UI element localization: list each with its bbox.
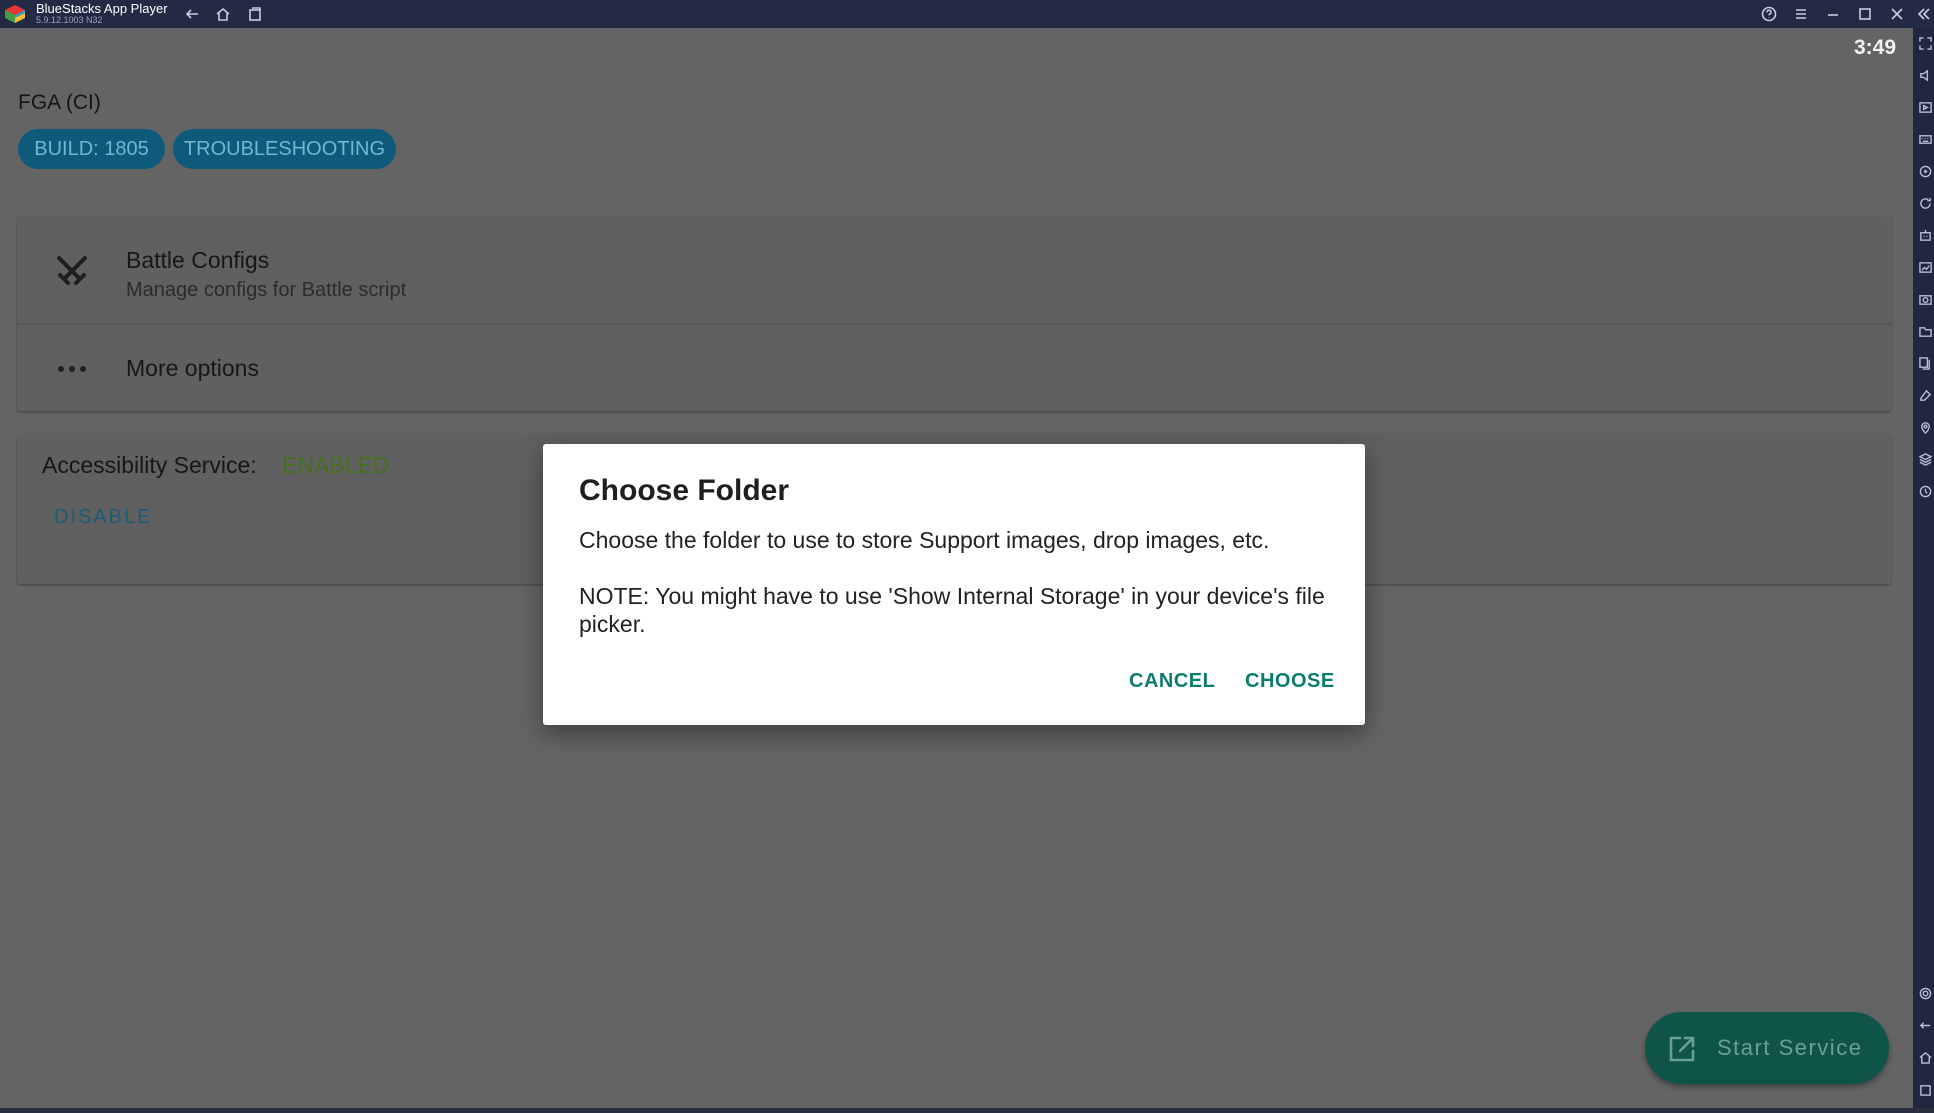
app-title: FGA (CI) (18, 91, 101, 114)
gamepad-icon (1919, 165, 1931, 177)
android-recents-button[interactable] (1916, 1080, 1934, 1098)
close-icon (1891, 8, 1903, 20)
dialog-body: Choose the folder to use to store Suppor… (579, 526, 1339, 638)
rotate-button[interactable] (1916, 194, 1934, 212)
tool-sidebar (1913, 28, 1934, 1108)
recent-apps-icon (1919, 1084, 1931, 1096)
folder-button[interactable] (1916, 322, 1934, 340)
crossed-swords-icon (52, 251, 92, 291)
folder-icon (1918, 326, 1932, 337)
media-button[interactable] (1916, 98, 1934, 116)
accessibility-status-badge: ENABLED (282, 452, 390, 478)
arrow-left-icon (185, 9, 198, 19)
android-back-button[interactable] (1916, 1016, 1934, 1034)
gear-icon (1919, 987, 1931, 999)
keyboard-button[interactable] (1916, 130, 1934, 148)
screenshot-button[interactable] (1916, 290, 1934, 308)
gamepad-button[interactable] (1916, 162, 1934, 180)
performance-button[interactable] (1916, 258, 1934, 276)
volume-icon (1919, 68, 1928, 82)
location-button[interactable] (1916, 418, 1934, 436)
build-chip[interactable]: BUILD: 1805 (18, 129, 165, 169)
keyboard-icon (1918, 134, 1932, 144)
help-button[interactable] (1756, 2, 1782, 26)
status-clock: 3:49 (1853, 36, 1896, 59)
sync-icon (1919, 485, 1931, 497)
disable-button[interactable]: DISABLE (54, 506, 152, 529)
camera-icon (1918, 294, 1932, 305)
maximize-icon (1859, 8, 1871, 20)
robot-icon (1919, 229, 1931, 241)
eco-mode-button[interactable] (1916, 386, 1934, 404)
dialog-note: NOTE: You might have to use 'Show Intern… (579, 583, 1325, 637)
fullscreen-button[interactable] (1916, 34, 1934, 52)
arrow-left-icon (1919, 1021, 1930, 1029)
stack-icon (1918, 452, 1932, 466)
battle-configs-title: Battle Configs (126, 247, 270, 273)
cancel-button[interactable]: CANCEL (1129, 670, 1215, 693)
more-options-title: More options (126, 355, 259, 381)
app-version: 5.9.12.1003 N32 (36, 15, 103, 25)
start-service-label: Start Service (1717, 1035, 1863, 1060)
choose-button[interactable]: CHOOSE (1245, 670, 1335, 693)
settings-button[interactable] (1916, 984, 1934, 1002)
home-icon (216, 7, 230, 21)
dialog-message: Choose the folder to use to store Suppor… (579, 527, 1270, 553)
minimize-icon (1828, 14, 1838, 16)
location-pin-icon (1920, 421, 1930, 434)
hamburger-menu-icon (1796, 9, 1806, 19)
android-home-button[interactable] (1916, 1048, 1934, 1066)
battle-configs-subtitle: Manage configs for Battle script (126, 279, 407, 301)
dialog-title: Choose Folder (579, 474, 790, 507)
battle-configs-item[interactable]: Battle Configs Manage configs for Battle… (17, 217, 1891, 325)
maximize-button[interactable] (1852, 2, 1878, 26)
double-chevron-left-icon (1917, 8, 1930, 20)
troubleshooting-chip[interactable]: TROUBLESHOOTING (173, 129, 396, 169)
start-service-button[interactable]: Start Service (1645, 1012, 1889, 1084)
close-button[interactable] (1884, 2, 1910, 26)
macro-button[interactable] (1916, 226, 1934, 244)
title-bar: BlueStacks App Player 5.9.12.1003 N32 (0, 0, 1934, 28)
volume-button[interactable] (1916, 66, 1934, 84)
stack-button[interactable] (1916, 450, 1934, 468)
collapse-sidebar-button[interactable] (1912, 2, 1934, 26)
open-external-icon (1669, 1036, 1695, 1062)
recent-apps-icon (249, 7, 261, 21)
play-screen-icon (1918, 101, 1932, 113)
more-horizontal-icon (52, 349, 92, 389)
more-options-item[interactable]: More options (17, 327, 1891, 411)
rotate-icon (1919, 197, 1931, 209)
back-button[interactable] (179, 2, 205, 26)
bluestacks-logo-icon (5, 5, 25, 23)
chart-icon (1918, 261, 1932, 273)
help-icon (1761, 6, 1777, 22)
fullscreen-icon (1918, 36, 1932, 50)
app-name: BlueStacks App Player (36, 1, 168, 16)
sync-button[interactable] (1916, 482, 1934, 500)
multi-instance-button[interactable] (1916, 354, 1934, 372)
bottom-strip (0, 1108, 1934, 1113)
recent-apps-button[interactable] (242, 2, 268, 26)
menu-card: Battle Configs Manage configs for Battle… (17, 217, 1891, 411)
accessibility-label: Accessibility Service: (42, 452, 257, 478)
minimize-button[interactable] (1820, 2, 1846, 26)
menu-button[interactable] (1788, 2, 1814, 26)
home-icon (1918, 1051, 1932, 1064)
choose-folder-dialog: Choose Folder Choose the folder to use t… (543, 444, 1365, 725)
home-button[interactable] (210, 2, 236, 26)
eraser-icon (1919, 389, 1931, 401)
layers-icon (1918, 356, 1930, 370)
